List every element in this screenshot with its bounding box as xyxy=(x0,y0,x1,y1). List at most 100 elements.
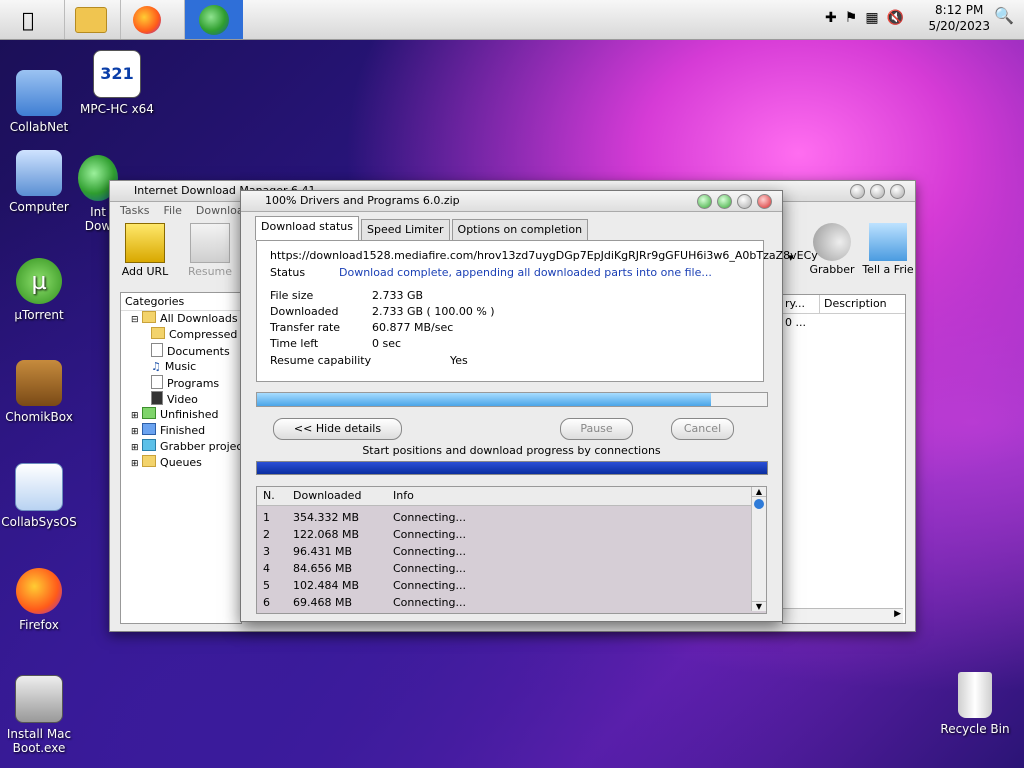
desktop-icon-chomikbox[interactable]: ChomikBox xyxy=(0,360,78,424)
tab-speed-limiter[interactable]: Speed Limiter xyxy=(360,219,450,240)
grabber-folder-icon xyxy=(142,439,157,451)
file-size-value: 2.733 GB xyxy=(372,289,424,302)
green-window-button[interactable] xyxy=(717,194,732,209)
status-value: Download complete, appending all downloa… xyxy=(339,266,712,279)
table-cell-info: Connecting... xyxy=(393,596,466,609)
category-queues[interactable]: ⊞ Queues xyxy=(121,455,241,471)
table-cell-n: 2 xyxy=(263,528,270,541)
column-header-n[interactable]: N. xyxy=(263,487,275,505)
list-header: ry... Description xyxy=(783,295,905,314)
clock-date: 5/20/2023 xyxy=(928,19,990,33)
category-music[interactable]: ♫ Music xyxy=(121,359,241,375)
column-header-info[interactable]: Info xyxy=(393,487,414,505)
collabnet-icon xyxy=(16,70,62,116)
minimize-button[interactable] xyxy=(737,194,752,209)
desktop-icon-utorrent[interactable]: µ µTorrent xyxy=(0,258,78,322)
category-all-downloads[interactable]: ⊟ All Downloads xyxy=(121,311,241,327)
column-header-description[interactable]: Description xyxy=(820,295,887,313)
apple-menu-icon[interactable]:  xyxy=(8,0,48,39)
table-row[interactable]: 1 354.332 MB Connecting... xyxy=(257,509,766,526)
tab-options-on-completion[interactable]: Options on completion xyxy=(451,219,589,240)
file-manager-launcher-icon[interactable] xyxy=(64,0,117,39)
clock-time: 8:12 PM xyxy=(935,3,984,17)
desktop-icon-label: Computer xyxy=(9,200,69,214)
checked-folder-icon xyxy=(142,423,157,435)
table-row[interactable]: 3 96.431 MB Connecting... xyxy=(257,543,766,560)
scroll-up-icon[interactable]: ▲ xyxy=(752,487,766,497)
clock[interactable]: 8:12 PM 5/20/2023 xyxy=(928,2,990,34)
menu-file[interactable]: File xyxy=(163,202,181,220)
close-button[interactable] xyxy=(890,184,905,199)
mpc-hc-icon: 321 xyxy=(93,50,141,98)
category-compressed[interactable]: Compressed xyxy=(121,327,241,343)
menu-tasks[interactable]: Tasks xyxy=(120,202,149,220)
network-icon[interactable]: ▦ xyxy=(865,10,878,26)
category-documents[interactable]: Documents xyxy=(121,343,241,359)
horizontal-scrollbar[interactable]: ▶ xyxy=(783,608,903,623)
category-label: Grabber project xyxy=(160,440,247,453)
pause-button[interactable]: Pause xyxy=(560,418,633,440)
flag-icon[interactable]: ⚑ xyxy=(845,10,858,26)
idm-launcher-icon[interactable] xyxy=(184,0,243,39)
desktop-icon-recycle-bin[interactable]: Recycle Bin xyxy=(936,672,1014,736)
refresh-icon[interactable] xyxy=(697,194,712,209)
connections-table[interactable]: N. Downloaded Info 1 354.332 MB Connecting… xyxy=(256,486,767,614)
category-programs[interactable]: Programs xyxy=(121,375,241,391)
table-cell-downloaded: 96.431 MB xyxy=(293,545,353,558)
table-row[interactable]: 4 84.656 MB Connecting... xyxy=(257,560,766,577)
resume-capability-label: Resume capability xyxy=(270,354,372,367)
video-icon xyxy=(151,391,163,405)
category-grabber-projects[interactable]: ⊞ Grabber project xyxy=(121,439,247,455)
column-header-downloaded[interactable]: Downloaded xyxy=(293,487,361,505)
desktop-icon-mpc-hc[interactable]: 321 MPC-HC x64 xyxy=(78,50,156,116)
categories-header: Categories xyxy=(121,293,241,311)
category-finished[interactable]: ⊞ Finished xyxy=(121,423,241,439)
scroll-right-icon[interactable]: ▶ xyxy=(894,609,901,619)
downloaded-label: Downloaded xyxy=(270,305,339,318)
column-header-category[interactable]: ry... xyxy=(783,295,820,313)
cancel-button[interactable]: Cancel xyxy=(671,418,734,440)
dialog-titlebar[interactable]: 100% Drivers and Programs 6.0.zip xyxy=(241,191,782,212)
desktop-icon-firefox[interactable]: Firefox xyxy=(0,568,78,632)
desktop-icon-collabnet[interactable]: CollabNet xyxy=(0,70,78,134)
category-unfinished[interactable]: ⊞ Unfinished xyxy=(121,407,241,423)
vertical-scrollbar[interactable]: ▲ ▼ xyxy=(751,487,766,611)
chomikbox-icon xyxy=(16,360,62,406)
grabber-label: Grabber xyxy=(809,263,855,276)
connections-progress-bar xyxy=(256,461,768,475)
table-cell-downloaded: 69.468 MB xyxy=(293,596,353,609)
table-row[interactable]: 5 102.484 MB Connecting... xyxy=(257,577,766,594)
minimize-button[interactable] xyxy=(850,184,865,199)
desktop-icon-label: CollabNet xyxy=(9,120,69,134)
file-size-label: File size xyxy=(270,289,314,302)
close-button[interactable] xyxy=(757,194,772,209)
transfer-rate-value: 60.877 MB/sec xyxy=(372,321,454,334)
table-row[interactable]: 6 69.468 MB Connecting... xyxy=(257,594,766,611)
scroll-down-icon[interactable]: ▼ xyxy=(752,601,766,611)
table-cell-n: 1 xyxy=(263,511,270,524)
resume-button[interactable]: Resume xyxy=(180,223,240,278)
scroll-thumb[interactable] xyxy=(754,499,764,509)
top-menubar:  ✚ ⚑ ▦ 🔇 8:12 PM 5/20/2023 🔍 xyxy=(0,0,1024,40)
hide-details-button[interactable]: << Hide details xyxy=(273,418,402,440)
folder-icon xyxy=(142,407,157,419)
category-video[interactable]: Video xyxy=(121,391,241,407)
folder-icon xyxy=(142,455,157,467)
tab-download-status[interactable]: Download status xyxy=(255,216,359,240)
add-url-button[interactable]: Add URL xyxy=(115,223,175,278)
table-cell-downloaded: 122.068 MB xyxy=(293,528,360,541)
volume-muted-icon[interactable]: 🔇 xyxy=(887,10,904,26)
search-icon[interactable]: 🔍 xyxy=(994,6,1014,25)
desktop-icon-collabsysos[interactable]: CollabSysOS xyxy=(0,463,78,529)
time-left-value: 0 sec xyxy=(372,337,402,350)
plus-icon[interactable]: ✚ xyxy=(825,10,837,26)
tell-a-friend-button[interactable]: Tell a Frie xyxy=(862,223,914,276)
desktop-icon-computer[interactable]: Computer xyxy=(0,150,78,214)
table-row[interactable]: 2 122.068 MB Connecting... xyxy=(257,526,766,543)
add-url-label: Add URL xyxy=(121,265,169,278)
desktop-icon-install-mac-boot[interactable]: Install Mac Boot.exe xyxy=(0,675,78,755)
connections-caption: Start positions and download progress by… xyxy=(362,444,661,457)
maximize-button[interactable] xyxy=(870,184,885,199)
downloads-list[interactable]: ry... Description 0 ... ▶ xyxy=(782,294,906,624)
firefox-launcher-icon[interactable] xyxy=(120,0,173,39)
